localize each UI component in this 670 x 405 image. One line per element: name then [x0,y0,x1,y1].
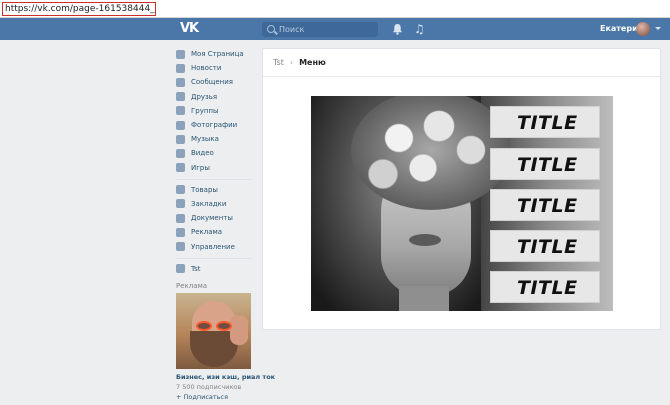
ads-icon [176,227,185,237]
messages-icon [176,77,185,87]
music-icon [176,134,185,144]
sidebar-item[interactable]: Друзья [176,90,256,104]
search-input[interactable]: Поиск [279,23,304,36]
sidebar-item[interactable]: Моя Страница [176,47,256,61]
sidebar-item-label: Фотографии [191,121,238,130]
breadcrumb-separator: › [289,58,294,67]
sidebar-item[interactable]: Группы [176,104,256,118]
breadcrumb-parent[interactable]: Tst [273,58,284,67]
search-box[interactable]: Поиск [262,22,378,37]
sidebar-item[interactable]: Фотографии [176,118,256,132]
search-icon [267,25,275,33]
sidebar-item-label: Музыка [191,135,219,144]
sidebar-item-label: Игры [191,163,210,172]
sidebar-item[interactable]: Видео [176,146,256,160]
top-navbar: VK Поиск ♫ Екатерина [0,18,670,40]
sidebar-item[interactable]: Сообщения [176,75,256,89]
sidebar-item[interactable]: Документы [176,211,256,225]
page-title: Меню [299,58,326,67]
sidebar-item[interactable]: Реклама [176,225,256,239]
menu-title-button[interactable]: TITLE [490,106,600,138]
sidebar-item[interactable]: Игры [176,161,256,175]
ad-image[interactable] [176,292,251,369]
menu-title-label: TITLE [517,236,578,258]
menu-title-label: TITLE [517,277,578,299]
bell-icon[interactable] [392,23,403,35]
shop-icon [176,185,185,195]
left-sidebar: Моя Страница Новости Сообщения Друзья Группы… [176,47,275,401]
sidebar-item[interactable]: Музыка [176,132,256,146]
sidebar-item-label: Закладки [191,199,227,208]
vk-logo[interactable]: VK [180,22,199,36]
manage-icon [176,242,185,252]
sidebar-item[interactable]: Управление [176,239,256,253]
sidebar-item-label: Документы [191,214,233,223]
sidebar-divider [176,257,252,259]
menu-title-button[interactable]: TITLE [490,271,600,303]
games-icon [176,163,185,173]
ad-subscribers: 7 500 подписчиков [176,382,242,391]
sidebar-item-label: Новости [191,64,222,73]
ad-heading: Реклама [176,281,208,290]
user-avatar[interactable] [636,22,650,36]
video-icon [176,148,185,158]
menu-title-button[interactable]: TITLE [490,189,600,221]
menu-title-button[interactable]: TITLE [490,230,600,262]
url-field[interactable]: https://vk.com/page-161538444_53658406 [2,2,156,16]
menu-title-label: TITLE [517,112,578,134]
friends-icon [176,92,185,102]
community-icon [176,264,185,274]
groups-icon [176,106,185,116]
bookmark-icon [176,199,185,209]
address-bar[interactable]: https://vk.com/page-161538444_53658406 [0,0,670,18]
sidebar-item[interactable]: Закладки [176,197,256,211]
document-icon [176,213,185,223]
home-icon [176,49,185,59]
sidebar-item[interactable]: Tst [176,262,256,276]
sidebar-item-label: Реклама [191,228,223,237]
ad-subscribe-link[interactable]: + Подписаться [176,393,256,401]
news-icon [176,63,185,73]
sidebar-item-label: Группы [191,106,219,115]
camera-icon [176,120,185,130]
sidebar-item-label: Друзья [191,92,218,101]
sidebar-item-label: Tst [191,264,201,273]
music-note-icon[interactable]: ♫ [414,22,425,36]
menu-title-button[interactable]: TITLE [490,148,600,180]
ad-title[interactable]: Бизнес, изи кэш, риал ток [176,373,275,381]
sidebar-item-label: Видео [191,149,214,158]
sidebar-item[interactable]: Новости [176,61,256,75]
sidebar-item-label: Управление [191,242,235,251]
sidebar-item-label: Моя Страница [191,50,244,59]
sidebar-item-label: Сообщения [191,78,234,87]
chevron-down-icon[interactable] [655,27,661,30]
sidebar-item[interactable]: Товары [176,183,256,197]
menu-poster-image: TITLE TITLE TITLE TITLE TITLE [311,96,613,311]
menu-title-label: TITLE [517,154,578,176]
sidebar-divider [176,178,252,180]
wiki-page-card: Tst › Меню TITLE TITLE TITLE TITLE TITLE [262,48,661,330]
menu-title-label: TITLE [517,195,578,217]
sidebar-item-label: Товары [191,185,218,194]
breadcrumb: Tst › Меню [263,49,660,77]
